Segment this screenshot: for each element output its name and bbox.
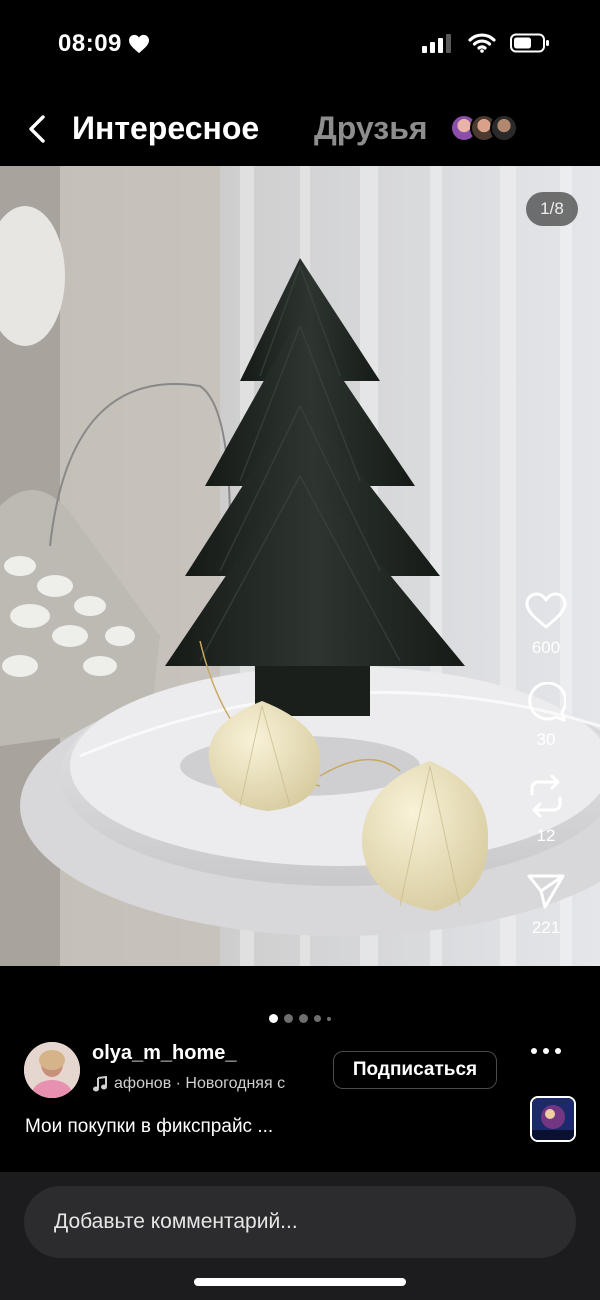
carousel-dot <box>269 1014 278 1023</box>
likes-count: 600 <box>531 638 561 657</box>
post-photo[interactable] <box>0 166 600 966</box>
status-right <box>422 33 550 53</box>
share-button[interactable]: 221 <box>526 872 566 938</box>
friend-avatar <box>490 114 518 142</box>
comment-bubble-icon <box>528 682 566 722</box>
friends-avatars[interactable] <box>450 114 518 142</box>
battery-icon <box>510 33 549 53</box>
repost-icon <box>530 774 562 818</box>
music-track[interactable]: афонов · Новогодняя с <box>92 1073 322 1095</box>
music-note-icon <box>93 1076 107 1092</box>
music-thumbnail[interactable] <box>530 1096 576 1142</box>
avatar[interactable] <box>24 1042 80 1098</box>
post-image <box>0 166 600 966</box>
music-fade <box>282 1073 322 1095</box>
clock-label: 08:09 <box>58 30 122 57</box>
send-icon <box>527 874 565 909</box>
signal-icon <box>422 34 451 53</box>
music-label: афонов · Новогодняя с <box>114 1075 286 1092</box>
status-bar: 08:09 <box>0 0 600 90</box>
subscribe-button[interactable]: Подписаться <box>333 1051 497 1089</box>
carousel-dot <box>284 1014 293 1023</box>
tab-friends[interactable]: Друзья <box>314 110 428 147</box>
author-avatar-image <box>24 1042 80 1098</box>
action-rail: 600 30 12 221 <box>514 592 578 938</box>
shares-count: 221 <box>531 918 561 937</box>
carousel-dots <box>0 1014 600 1023</box>
carousel-dot <box>327 1016 331 1021</box>
repost-button[interactable]: 12 <box>526 774 566 846</box>
carousel-dot <box>299 1014 308 1023</box>
header: Интересное Друзья <box>0 100 600 160</box>
reposts-count: 12 <box>536 826 556 845</box>
comment-input[interactable] <box>24 1186 576 1258</box>
home-indicator[interactable] <box>194 1278 406 1286</box>
comments-count: 30 <box>536 730 556 749</box>
post-caption[interactable]: Мои покупки в фикспрайс ... <box>25 1116 273 1138</box>
tab-interesting[interactable]: Интересное <box>72 110 259 147</box>
page-counter: 1/8 <box>526 192 578 226</box>
author-username[interactable]: olya_m_home_ <box>92 1042 237 1065</box>
comment-button[interactable]: 30 <box>526 682 566 750</box>
carousel-dot <box>314 1015 321 1022</box>
heart-outline-icon <box>525 592 567 629</box>
music-album-art <box>532 1098 574 1140</box>
heart-icon <box>128 34 149 54</box>
comment-bar <box>0 1172 600 1300</box>
wifi-icon <box>468 33 496 53</box>
status-time: 08:09 <box>58 30 150 58</box>
chevron-left-icon <box>29 115 45 143</box>
more-options-icon[interactable] <box>526 1044 566 1058</box>
back-button[interactable] <box>22 112 52 146</box>
like-button[interactable]: 600 <box>525 592 567 658</box>
